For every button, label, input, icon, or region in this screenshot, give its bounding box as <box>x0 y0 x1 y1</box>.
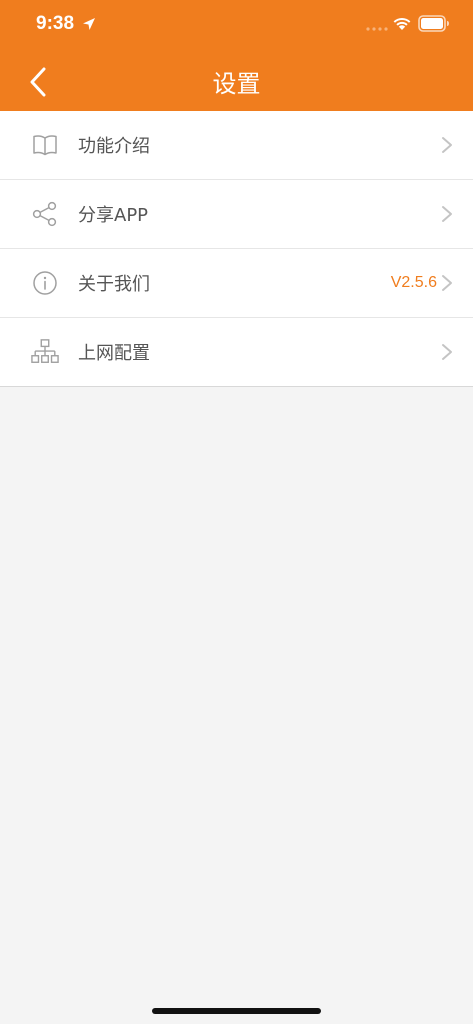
settings-item-about-us[interactable]: 关于我们 V2.5.6 <box>0 249 473 318</box>
network-icon <box>31 338 59 366</box>
home-indicator[interactable] <box>152 1008 321 1014</box>
chevron-right-icon <box>442 344 452 360</box>
chevron-right-icon <box>442 206 452 222</box>
settings-item-feature-intro[interactable]: 功能介绍 <box>0 111 473 180</box>
book-icon <box>31 131 59 159</box>
settings-item-share-app[interactable]: 分享APP <box>0 180 473 249</box>
battery-icon <box>418 15 449 32</box>
settings-item-label: 关于我们 <box>78 274 150 295</box>
share-icon <box>31 200 59 228</box>
version-value: V2.5.6 <box>390 274 437 291</box>
chevron-right-icon <box>442 275 452 291</box>
wifi-icon <box>393 17 411 30</box>
info-icon <box>31 269 59 297</box>
page-title: 设置 <box>212 70 261 98</box>
settings-item-label: 分享APP <box>78 205 149 226</box>
status-time: 9:38 <box>36 13 75 34</box>
settings-item-network-config[interactable]: 上网配置 <box>0 318 473 387</box>
chevron-right-icon <box>442 137 452 153</box>
header: 9:38 设置 <box>0 0 473 111</box>
settings-item-label: 功能介绍 <box>78 136 150 157</box>
status-bar: 9:38 <box>0 0 473 50</box>
signal-dots-icon <box>366 27 388 31</box>
location-arrow-icon <box>83 18 95 30</box>
settings-item-label: 上网配置 <box>78 343 150 364</box>
nav-bar: 设置 <box>0 50 473 111</box>
settings-list: 功能介绍 分享APP 关于我们 V2.5.6 上网配置 <box>0 111 473 387</box>
